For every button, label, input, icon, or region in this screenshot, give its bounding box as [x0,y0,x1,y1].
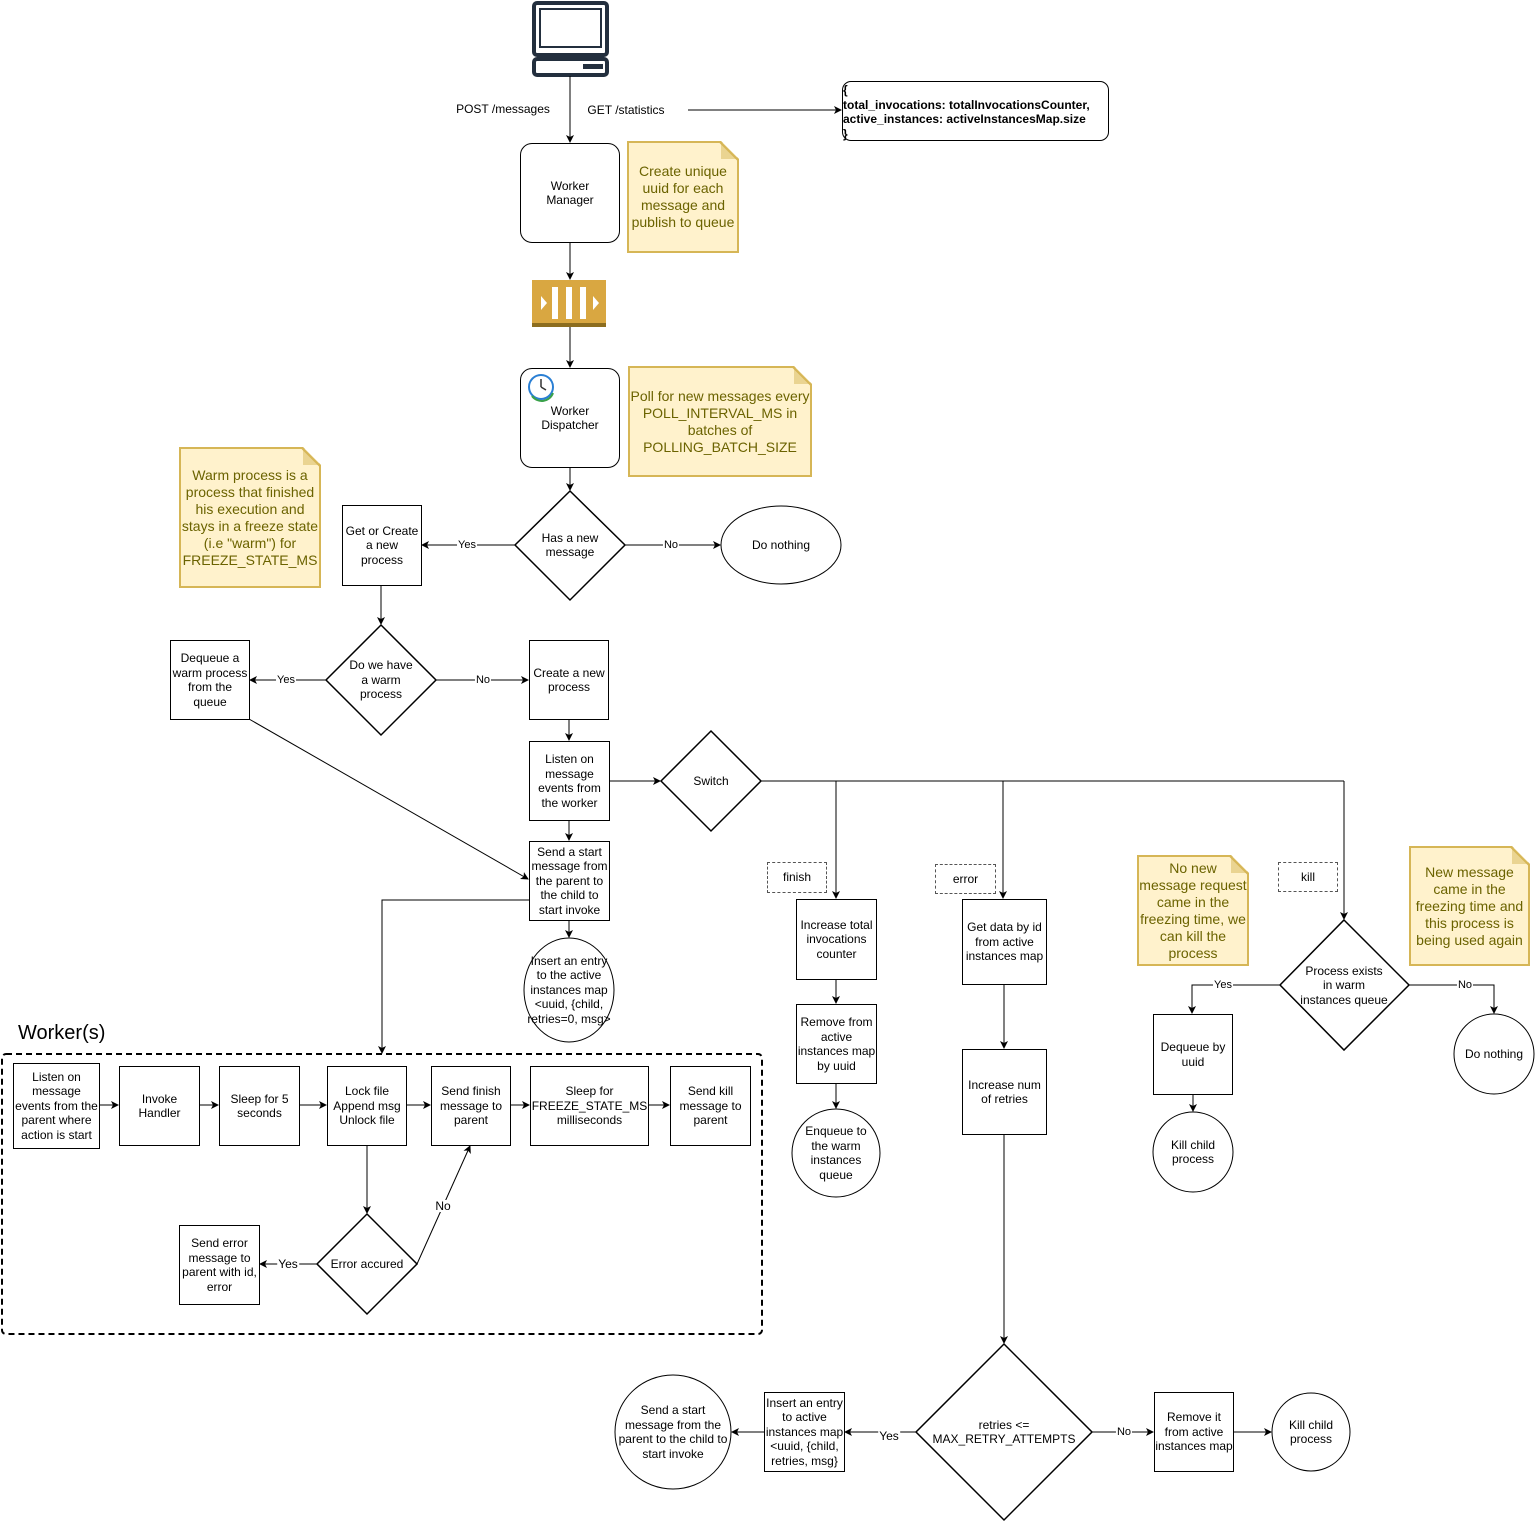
worker-listen-parent-node: Listen on message events from the parent… [13,1063,100,1149]
edge-label-yes: Yes [277,1257,299,1271]
remove-it-node: Remove it from active instances map [1154,1392,1234,1472]
note-kill-process: No new message request came in the freez… [1137,855,1249,966]
worker-lock-file-node: Lock file Append msg Unlock file [327,1066,407,1146]
worker-manager-node: Worker Manager [520,143,620,243]
worker-send-error-node: Send error message to parent with id, er… [179,1225,260,1305]
note-create-uuid: Create unique uuid for each message and … [627,141,739,253]
get-statistics-label: GET /statistics [587,102,665,117]
edge-exists-no [1409,984,1498,1014]
worker-send-finish-node: Send finish message to parent [431,1066,511,1146]
case-label-error: error [935,864,996,894]
statistics-response-box: { total_invocations: totalInvocationsCou… [842,81,1109,141]
edge-label-yes: Yes [457,539,477,551]
edge-label-no: No [1115,1426,1133,1438]
workers-title: Worker(s) [18,1021,106,1044]
kill-child-error-node: Kill child process [1288,1417,1333,1447]
dequeue-warm-process-node: Dequeue a warm process from the queue [170,640,250,720]
message-queue-icon [532,280,606,327]
switch-label: Switch [693,773,729,788]
insert-entry-node: Insert an entry to the active instances … [527,953,611,1026]
dequeue-by-uuid-node: Dequeue by uuid [1153,1014,1233,1095]
get-data-by-id-node: Get data by id from active instances map [962,899,1047,985]
send-start-retry-node: Send a start message from the parent to … [618,1403,728,1461]
listen-worker-events-node: Listen on message events from the worker [529,741,610,821]
worker-send-kill-node: Send kill message to parent [670,1066,751,1146]
note-poll: Poll for new messages every POLL_INTERVA… [628,366,812,477]
create-new-process-node: Create a new process [529,640,609,720]
insert-entry-retry-node: Insert an entry to active instances map … [764,1392,845,1472]
increase-retries-node: Increase num of retries [962,1049,1047,1135]
edge-sendstart-workers [378,899,529,1054]
edge-label-no: No [474,674,492,686]
increase-invocations-node: Increase total invocations counter [796,899,877,980]
process-exists-label: Process exists in warm instances queue [1300,963,1388,1007]
note-process-reused: New message came in the freezing time an… [1409,846,1530,966]
post-messages-label: POST /messages [456,101,550,116]
worker-invoke-handler-node: Invoke Handler [119,1066,200,1146]
worker-sleep5-node: Sleep for 5 seconds [219,1066,300,1146]
case-label-kill: kill [1278,862,1338,892]
get-or-create-process-node: Get or Create a new process [342,505,422,586]
kill-child-kill-node: Kill child process [1170,1137,1215,1167]
have-warm-process-label: Do we have a warm process [349,658,413,702]
retries-check-label: retries <= MAX_RETRY_ATTEMPTS [932,1417,1076,1447]
worker-error-occured-label: Error accured [330,1256,404,1271]
computer-icon [532,1,609,77]
edge-label-yes: Yes [276,674,296,686]
enqueue-warm-node: Enqueue to the warm instances queue [805,1124,867,1182]
worker-sleep-freeze-node: Sleep for FREEZE_STATE_MS milliseconds [530,1066,649,1146]
edge-exists-yes [1188,984,1280,1014]
case-label-finish: finish [767,862,827,893]
edge-label-no: No [662,539,680,551]
edge-dequeue-sendstart [248,718,529,880]
edge-label-yes: Yes [878,1429,900,1443]
has-new-message-label: Has a new message [541,530,599,560]
remove-active-node: Remove from active instances map by uuid [796,1004,877,1084]
send-start-message-node: Send a start message from the parent to … [529,841,610,921]
edge-label-yes: Yes [1213,979,1233,991]
do-nothing-label: Do nothing [751,537,811,552]
worker-dispatcher-node: Worker Dispatcher [520,368,620,468]
note-warm-process: Warm process is a process that finished … [179,447,321,588]
edge-label-no: No [434,1199,452,1213]
edge-label-no: No [1456,979,1474,991]
do-nothing-kill-node: Do nothing [1464,1046,1524,1061]
